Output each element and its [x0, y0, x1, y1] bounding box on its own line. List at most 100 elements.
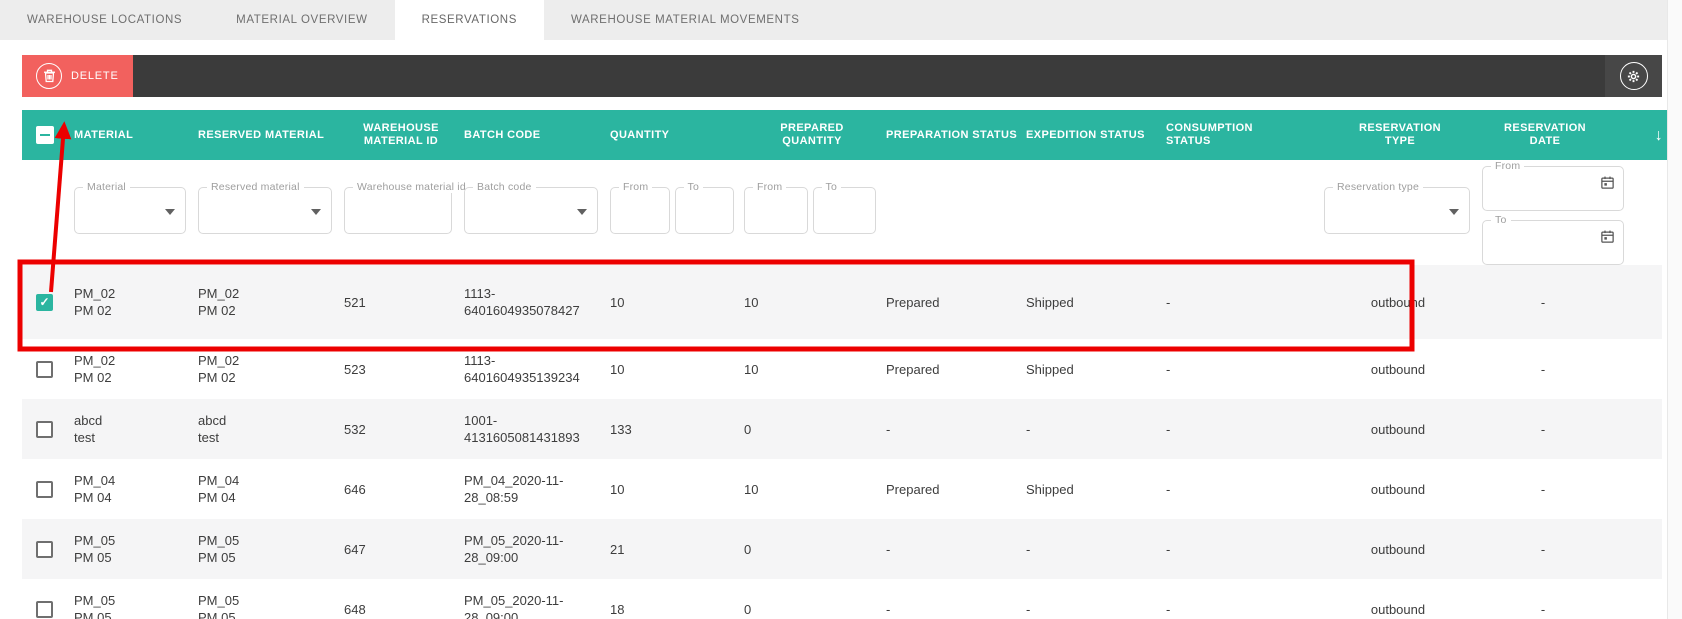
- table-row[interactable]: PM_05 PM 05 PM_05 PM 05 648 PM_05_2020-11- …: [22, 579, 1662, 619]
- cell-consumption-status: -: [1166, 601, 1171, 617]
- cell-reservation-type: outbound: [1370, 294, 1426, 310]
- row-checkbox-cell: ✓: [22, 293, 74, 311]
- cell-expedition-status: -: [1026, 421, 1031, 437]
- delete-button-label: DELETE: [71, 70, 119, 82]
- row-checkbox-checked[interactable]: ✓: [36, 293, 53, 311]
- tab-warehouse-locations[interactable]: WAREHOUSE LOCATIONS: [0, 0, 209, 40]
- cell-preparation-status: -: [886, 421, 891, 437]
- filter-material[interactable]: Material: [74, 181, 186, 234]
- filter-quantity-range: From To: [610, 160, 734, 265]
- filter-material-label: Material: [83, 181, 130, 193]
- filter-date-to[interactable]: To: [1482, 214, 1624, 265]
- cell-reservation-type: outbound: [1370, 421, 1426, 437]
- cell-reserved-material: abcd test: [198, 413, 227, 445]
- cell-expedition-status: Shipped: [1026, 481, 1074, 497]
- cell-reservation-date: -: [1540, 294, 1546, 310]
- cell-reserved-material: PM_05 PM 05: [198, 593, 240, 619]
- row-checkbox-cell: [22, 360, 74, 378]
- cell-reservation-date: -: [1540, 541, 1546, 557]
- column-header-warehouse-material-id[interactable]: WAREHOUSE MATERIAL ID: [344, 122, 464, 148]
- table-row[interactable]: abcd test abcd test 532 1001- 4131605081431…: [22, 399, 1662, 459]
- cell-material: PM_02 PM 02: [74, 286, 116, 318]
- filter-reserved-material[interactable]: Reserved material: [198, 181, 332, 234]
- row-checkbox-cell: [22, 540, 74, 558]
- table-row[interactable]: PM_02 PM 02 PM_02 PM 02 523 1113- 640160493…: [22, 339, 1662, 399]
- cell-prepared-quantity: 10: [744, 481, 759, 497]
- cell-warehouse-material-id: 648: [344, 601, 366, 617]
- filter-date-to-label: To: [1491, 214, 1511, 226]
- filter-date-from[interactable]: From: [1482, 160, 1624, 211]
- cell-prepared-quantity: 10: [744, 361, 759, 377]
- row-checkbox[interactable]: [36, 540, 53, 558]
- filter-date-from-label: From: [1491, 160, 1525, 172]
- row-checkbox[interactable]: [36, 360, 53, 378]
- column-header-expedition-status[interactable]: EXPEDITION STATUS: [1026, 129, 1166, 142]
- tab-bar: WAREHOUSE LOCATIONS MATERIAL OVERVIEW RESE…: [0, 0, 1682, 40]
- calendar-icon[interactable]: [1600, 229, 1615, 249]
- row-checkbox-cell: [22, 420, 74, 438]
- cell-prepared-quantity: 0: [744, 541, 752, 557]
- cell-reserved-material: PM_05 PM 05: [198, 533, 240, 565]
- column-header-reserved-material[interactable]: RESERVED MATERIAL: [198, 129, 344, 142]
- column-header-material[interactable]: MATERIAL: [74, 129, 198, 142]
- column-header-batch-code[interactable]: BATCH CODE: [464, 129, 610, 142]
- row-checkbox[interactable]: [36, 600, 53, 618]
- column-header-label: MATERIAL: [74, 128, 134, 141]
- cell-warehouse-material-id: 646: [344, 481, 366, 497]
- cell-reserved-material: PM_04 PM 04: [198, 473, 240, 505]
- row-checkbox[interactable]: [36, 420, 53, 438]
- filter-reservation-type[interactable]: Reservation type: [1324, 181, 1470, 234]
- column-header-quantity[interactable]: QUANTITY: [610, 129, 744, 142]
- tab-warehouse-material-movements[interactable]: WAREHOUSE MATERIAL MOVEMENTS: [544, 0, 827, 40]
- column-header-reservation-date[interactable]: RESERVATION DATE: [1482, 122, 1614, 148]
- column-header-preparation-status[interactable]: PREPARATION STATUS: [886, 129, 1026, 142]
- cell-consumption-status: -: [1166, 361, 1171, 377]
- table-row[interactable]: PM_04 PM 04 PM_04 PM 04 646 PM_04_2020-11- …: [22, 459, 1662, 519]
- cell-batch-code: 1001- 4131605081431893: [464, 413, 580, 445]
- cell-quantity: 10: [610, 481, 625, 497]
- table-row[interactable]: ✓ PM_02 PM 02 PM_02 PM 02 521 1113- 64016049…: [22, 265, 1662, 339]
- column-header-label: QUANTITY: [610, 128, 670, 141]
- calendar-icon[interactable]: [1600, 175, 1615, 195]
- gear-icon: [1619, 62, 1648, 90]
- cell-quantity: 21: [610, 541, 625, 557]
- filter-reservation-date-range: From To: [1482, 160, 1624, 265]
- tab-reservations[interactable]: RESERVATIONS: [394, 0, 544, 40]
- cell-batch-code: 1113- 6401604935078427: [464, 286, 580, 318]
- column-header-prepared-quantity[interactable]: PREPARED QUANTITY: [744, 122, 886, 148]
- filter-prepared-from-label: From: [753, 181, 787, 193]
- filter-batch-code[interactable]: Batch code: [464, 181, 598, 234]
- filter-quantity-to[interactable]: To: [674, 181, 734, 234]
- table-header-row: MATERIAL RESERVED MATERIAL WAREHOUSE MATER…: [22, 110, 1682, 160]
- cell-warehouse-material-id: 647: [344, 541, 366, 557]
- table-row[interactable]: PM_05 PM 05 PM_05 PM 05 647 PM_05_2020-11- …: [22, 519, 1662, 579]
- filter-batch-code-label: Batch code: [473, 181, 536, 193]
- column-header-label: RESERVATION DATE: [1503, 122, 1587, 147]
- scrollbar-track[interactable]: [1667, 0, 1682, 619]
- cell-consumption-status: -: [1166, 421, 1171, 437]
- column-header-label: WAREHOUSE MATERIAL ID: [363, 122, 439, 147]
- cell-warehouse-material-id: 532: [344, 421, 366, 437]
- cell-reservation-date: -: [1540, 481, 1546, 497]
- filter-warehouse-material-id[interactable]: Warehouse material id: [344, 181, 470, 234]
- filter-quantity-from-label: From: [619, 181, 653, 193]
- filter-prepared-from[interactable]: From: [744, 181, 808, 234]
- tab-material-overview[interactable]: MATERIAL OVERVIEW: [209, 0, 394, 40]
- trash-icon: [36, 63, 62, 89]
- row-checkbox[interactable]: [36, 480, 53, 498]
- cell-preparation-status: -: [886, 541, 891, 557]
- cell-consumption-status: -: [1166, 294, 1171, 310]
- cell-reservation-date: -: [1540, 361, 1546, 377]
- delete-button[interactable]: DELETE: [22, 55, 133, 97]
- cell-reservation-type: outbound: [1370, 481, 1426, 497]
- filter-prepared-quantity-range: From To: [744, 160, 876, 265]
- column-header-consumption-status[interactable]: CONSUMPTION STATUS: [1166, 122, 1324, 148]
- table-settings-button[interactable]: [1605, 55, 1662, 97]
- cell-quantity: 133: [610, 421, 632, 437]
- cell-material: abcd test: [74, 413, 103, 445]
- column-header-reservation-type[interactable]: RESERVATION TYPE: [1324, 122, 1482, 148]
- select-all-checkbox[interactable]: [36, 126, 54, 144]
- filter-quantity-from[interactable]: From: [610, 181, 670, 234]
- cell-preparation-status: Prepared: [886, 361, 940, 377]
- filter-prepared-to[interactable]: To: [812, 181, 876, 234]
